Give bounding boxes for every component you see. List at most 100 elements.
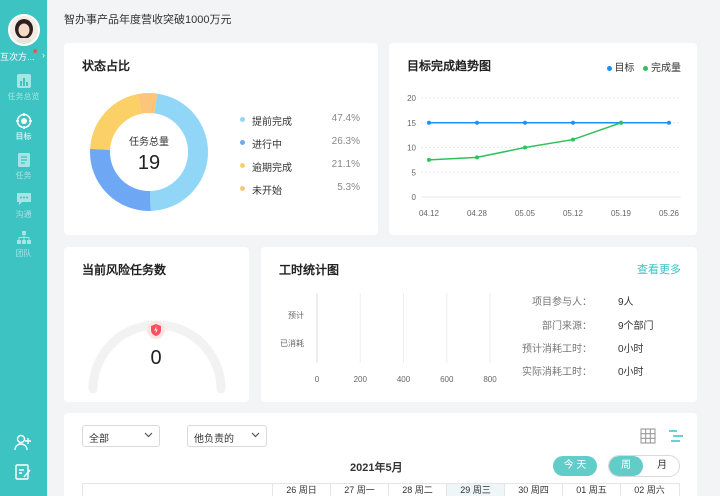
user-name-label: 互次方... bbox=[0, 52, 35, 62]
nav-item-team[interactable]: 团队 bbox=[0, 230, 47, 259]
task-icon bbox=[17, 153, 30, 167]
category-label: 预计 bbox=[288, 310, 304, 320]
legend-pct: 26.3% bbox=[331, 136, 360, 147]
chart-icon bbox=[16, 74, 31, 88]
stat-value: 9个部门 bbox=[618, 321, 654, 332]
month-view-button[interactable]: 月 bbox=[647, 456, 677, 476]
y-tick-label: 0 bbox=[412, 193, 417, 202]
edit-note-icon[interactable] bbox=[14, 463, 32, 486]
legend-dot bbox=[240, 117, 245, 122]
nav-label-target: 目标 bbox=[15, 132, 32, 141]
status-legend-item: 提前完成 47.4% bbox=[240, 113, 370, 128]
nav-item-task[interactable]: 任务 bbox=[0, 152, 47, 181]
calendar-day-headers: 26 周日 27 周一 28 周二 29 周三 30 周四 01 周五 02 周… bbox=[272, 484, 681, 496]
risk-gauge bbox=[88, 320, 226, 394]
x-tick-label: 05.26 bbox=[659, 209, 680, 218]
avatar[interactable] bbox=[8, 14, 40, 46]
filter-scope-select[interactable]: 全部 bbox=[82, 425, 160, 447]
y-tick-label: 5 bbox=[412, 168, 417, 177]
risk-badge bbox=[147, 321, 165, 339]
worktime-chart: 0 200 400 600 800 预计已消耗 bbox=[280, 293, 497, 384]
day-header: 26 周日 bbox=[272, 484, 330, 496]
filter-scope-value: 全部 bbox=[89, 434, 109, 445]
status-legend-item: 进行中 26.3% bbox=[240, 136, 370, 151]
nav-label-overview: 任务总览 bbox=[7, 92, 40, 101]
data-point bbox=[523, 120, 527, 125]
status-legend-item: 逾期完成 21.1% bbox=[240, 159, 370, 174]
x-tick-label: 04.28 bbox=[467, 209, 488, 218]
day-header: 27 周一 bbox=[330, 484, 388, 496]
donut-center-value: 19 bbox=[137, 152, 161, 174]
legend-label: 提前完成 bbox=[252, 117, 292, 128]
legend-pct: 47.4% bbox=[331, 113, 360, 124]
stat-row: 部门来源： 9个部门 bbox=[525, 317, 685, 332]
nav-label-team: 团队 bbox=[15, 249, 32, 258]
trend-chart: 0 5 10 15 20 04.12 04.28 05.05 05.12 05.19 05.26 bbox=[407, 94, 681, 218]
data-point bbox=[571, 120, 575, 125]
x-tick-label: 05.12 bbox=[563, 209, 584, 218]
user-name[interactable]: 互次方... › bbox=[0, 49, 47, 63]
see-more-link[interactable]: 查看更多 bbox=[637, 261, 681, 277]
stat-value: 0小时 bbox=[618, 367, 644, 378]
risk-value: 0 bbox=[150, 347, 162, 369]
stat-row: 实际消耗工时： 0小时 bbox=[522, 363, 685, 378]
chevron-down-icon bbox=[251, 430, 260, 442]
data-point bbox=[523, 145, 527, 150]
x-tick-label: 200 bbox=[354, 375, 368, 384]
x-tick-label: 600 bbox=[440, 375, 454, 384]
team-icon bbox=[16, 231, 31, 244]
status-card: 状态占比 任务总量 19 提前完成 47.4% 进行中 26.3% 逾期完成 2… bbox=[64, 43, 378, 235]
y-tick-label: 10 bbox=[407, 144, 416, 153]
stat-row: 预计消耗工时： 0小时 bbox=[522, 340, 685, 355]
target-icon bbox=[15, 113, 32, 129]
data-point bbox=[475, 155, 479, 160]
notification-dot bbox=[33, 49, 37, 53]
donut-center-label: 任务总量 bbox=[129, 137, 169, 148]
nav-item-overview[interactable]: 任务总览 bbox=[0, 73, 47, 102]
nav-label-chat: 沟通 bbox=[15, 210, 32, 219]
legend-dot bbox=[240, 140, 245, 145]
legend-label: 未开始 bbox=[252, 186, 282, 197]
grid-view-icon[interactable] bbox=[640, 428, 656, 449]
donut-slice bbox=[137, 93, 158, 114]
y-tick-label: 20 bbox=[407, 94, 416, 103]
x-tick-label: 04.12 bbox=[419, 209, 440, 218]
stat-key: 预计消耗工时： bbox=[522, 344, 592, 355]
legend-pct: 5.3% bbox=[337, 182, 360, 193]
worktime-card: 工时统计图 查看更多 0 200 400 600 800 预计 已消耗 项目参与人： 9人 … bbox=[261, 247, 697, 402]
y-tick-label: 15 bbox=[407, 119, 416, 128]
chat-icon bbox=[16, 193, 31, 205]
x-tick-label: 05.19 bbox=[611, 209, 632, 218]
user-avatar-icon bbox=[10, 16, 38, 44]
filter-owner-value: 他负责的 bbox=[194, 434, 234, 445]
nav-item-chat[interactable]: 沟通 bbox=[0, 191, 47, 220]
day-header: 28 周二 bbox=[388, 484, 446, 496]
nav-item-target[interactable]: 目标 bbox=[0, 113, 47, 142]
day-header: 30 周四 bbox=[504, 484, 562, 496]
stat-key: 实际消耗工时： bbox=[522, 367, 592, 378]
gantt-view-icon[interactable] bbox=[668, 428, 684, 449]
data-point bbox=[571, 137, 575, 142]
today-button[interactable]: 今 天 bbox=[553, 456, 597, 476]
x-tick-label: 800 bbox=[483, 375, 497, 384]
status-card-title: 状态占比 bbox=[82, 59, 131, 73]
category-label: 已消耗 bbox=[280, 338, 304, 348]
sidebar: 互次方... › 任务总览 目标 任务 沟通 团队 bbox=[0, 0, 47, 496]
day-header: 02 周六 bbox=[620, 484, 678, 496]
stat-key: 部门来源： bbox=[542, 321, 592, 332]
x-tick-label: 0 bbox=[315, 375, 320, 384]
day-header: 29 周三 bbox=[446, 484, 504, 496]
stat-value: 0小时 bbox=[618, 344, 644, 355]
status-legend-item: 未开始 5.3% bbox=[240, 182, 370, 197]
lightning-shield-icon bbox=[151, 324, 161, 336]
week-view-button[interactable]: 周 bbox=[609, 456, 643, 476]
donut-center: 任务总量 19 bbox=[109, 133, 189, 175]
view-toggle: 周 月 bbox=[608, 455, 680, 477]
filter-owner-select[interactable]: 他负责的 bbox=[187, 425, 267, 447]
data-point bbox=[619, 120, 623, 125]
x-tick-label: 400 bbox=[397, 375, 411, 384]
data-point bbox=[427, 157, 431, 162]
add-member-icon[interactable] bbox=[14, 434, 32, 457]
risk-card: 当前风险任务数 0 bbox=[64, 247, 249, 402]
calendar-month: 2021年5月 bbox=[350, 462, 403, 474]
